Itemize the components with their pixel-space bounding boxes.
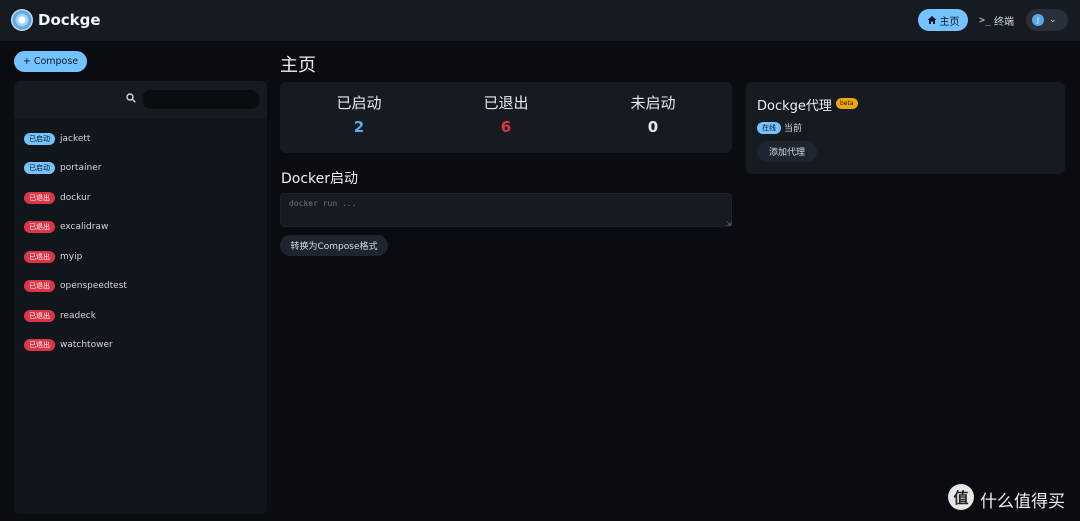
stack-item-readeck[interactable]: 已退出 readeck xyxy=(24,309,96,323)
agent-title: Dockge代理 xyxy=(757,99,832,114)
stat-inactive: 未启动 0 xyxy=(593,92,713,136)
status-badge: 已启动 xyxy=(24,162,55,174)
search-icon xyxy=(126,93,136,103)
stack-item-portainer[interactable]: 已启动 portainer xyxy=(24,161,101,175)
stat-value: 0 xyxy=(647,118,659,136)
stat-value: 2 xyxy=(353,118,365,136)
stack-name: portainer xyxy=(60,163,102,173)
terminal-icon: >_ xyxy=(979,14,992,26)
add-agent-button[interactable]: 添加代理 xyxy=(757,141,817,162)
status-badge: 已退出 xyxy=(24,310,55,322)
nav-home-label: 主页 xyxy=(939,16,960,28)
page-title: 主页 xyxy=(280,55,316,76)
nav-home-button[interactable]: 主页 xyxy=(918,9,968,31)
nav-terminal-link[interactable]: >_ 终端 xyxy=(979,9,1014,31)
docker-run-title: Docker启动 xyxy=(281,171,359,187)
stack-item-jackett[interactable]: 已启动 jackett xyxy=(24,132,90,146)
online-badge: 在线 xyxy=(757,122,781,134)
avatar: J xyxy=(1032,14,1044,26)
plus-icon: + xyxy=(22,56,31,67)
compose-button[interactable]: + Compose xyxy=(14,51,87,72)
stat-label: 未启动 xyxy=(630,94,676,112)
agent-current-label: 当前 xyxy=(784,124,803,134)
compose-button-label: Compose xyxy=(33,56,79,67)
watermark-text: 什么值得买 xyxy=(980,492,1065,512)
stack-item-excalidraw[interactable]: 已退出 excalidraw xyxy=(24,220,108,234)
stack-name: excalidraw xyxy=(60,222,109,232)
resize-handle-icon[interactable]: ⇲ xyxy=(726,220,732,228)
search-bar xyxy=(14,81,267,118)
stat-exited: 已退出 6 xyxy=(446,92,566,136)
stack-name: jackett xyxy=(60,134,91,144)
profile-dropdown[interactable]: J ⌄ xyxy=(1026,9,1068,31)
stack-name: openspeedtest xyxy=(60,281,127,291)
top-navbar: Dockge 主页 >_ 终端 J ⌄ xyxy=(0,0,1080,41)
chevron-down-icon: ⌄ xyxy=(1049,15,1057,25)
stack-item-dockur[interactable]: 已退出 dockur xyxy=(24,191,91,205)
convert-to-compose-button[interactable]: 转换为Compose格式 xyxy=(280,235,388,256)
stat-label: 已启动 xyxy=(336,94,382,112)
dockge-logo-icon[interactable] xyxy=(11,9,33,31)
status-badge: 已退出 xyxy=(24,251,55,263)
brand-name[interactable]: Dockge xyxy=(38,11,101,29)
stat-value: 6 xyxy=(500,118,512,136)
status-badge: 已退出 xyxy=(24,280,55,292)
stat-running: 已启动 2 xyxy=(299,92,419,136)
stack-item-openspeedtest[interactable]: 已退出 openspeedtest xyxy=(24,279,127,293)
stat-label: 已退出 xyxy=(483,94,529,112)
stack-list-panel: 已启动 jackett 已启动 portainer 已退出 dockur 已退出… xyxy=(14,81,267,514)
stats-card: 已启动 2 已退出 6 未启动 0 xyxy=(280,82,732,153)
stack-name: readeck xyxy=(60,311,96,321)
stack-name: watchtower xyxy=(60,340,113,350)
stack-item-myip[interactable]: 已退出 myip xyxy=(24,250,82,264)
watermark-logo-icon: 值 xyxy=(948,484,974,510)
status-badge: 已退出 xyxy=(24,339,55,351)
docker-run-input[interactable] xyxy=(280,193,732,227)
stack-name: myip xyxy=(60,252,83,262)
status-badge: 已启动 xyxy=(24,133,55,145)
stack-name: dockur xyxy=(60,193,91,203)
status-badge: 已退出 xyxy=(24,221,55,233)
stack-item-watchtower[interactable]: 已退出 watchtower xyxy=(24,338,113,352)
agent-card: Dockge代理 beta 在线 当前 添加代理 xyxy=(746,82,1065,174)
status-badge: 已退出 xyxy=(24,192,55,204)
home-icon xyxy=(927,16,936,24)
nav-terminal-label: 终端 xyxy=(994,16,1015,28)
search-input[interactable] xyxy=(142,90,260,109)
beta-badge: beta xyxy=(836,98,858,109)
